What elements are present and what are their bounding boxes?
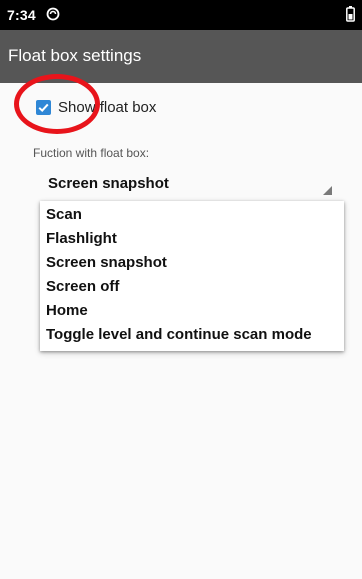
status-time: 7:34 [7, 7, 36, 23]
function-section-label: Fuction with float box: [33, 146, 150, 160]
dropdown-arrow-icon [323, 186, 332, 195]
function-spinner[interactable]: Screen snapshot [40, 172, 340, 196]
battery-icon [346, 6, 355, 22]
status-bar: 7:34 [0, 0, 362, 30]
spinner-selected-value: Screen snapshot [48, 175, 169, 192]
dropdown-option-toggle-level[interactable]: Toggle level and continue scan mode [40, 323, 344, 347]
phone-screen: 7:34 Float box settings Show float box F… [0, 0, 362, 579]
dropdown-option-home[interactable]: Home [40, 299, 344, 323]
dropdown-option-flashlight[interactable]: Flashlight [40, 227, 344, 251]
dropdown-option-screen-snapshot[interactable]: Screen snapshot [40, 251, 344, 275]
function-dropdown-menu: Scan Flashlight Screen snapshot Screen o… [40, 201, 344, 351]
dropdown-option-scan[interactable]: Scan [40, 203, 344, 227]
page-title: Float box settings [8, 46, 142, 65]
annotation-circle [14, 74, 100, 134]
sync-icon [46, 7, 60, 21]
dropdown-option-screen-off[interactable]: Screen off [40, 275, 344, 299]
